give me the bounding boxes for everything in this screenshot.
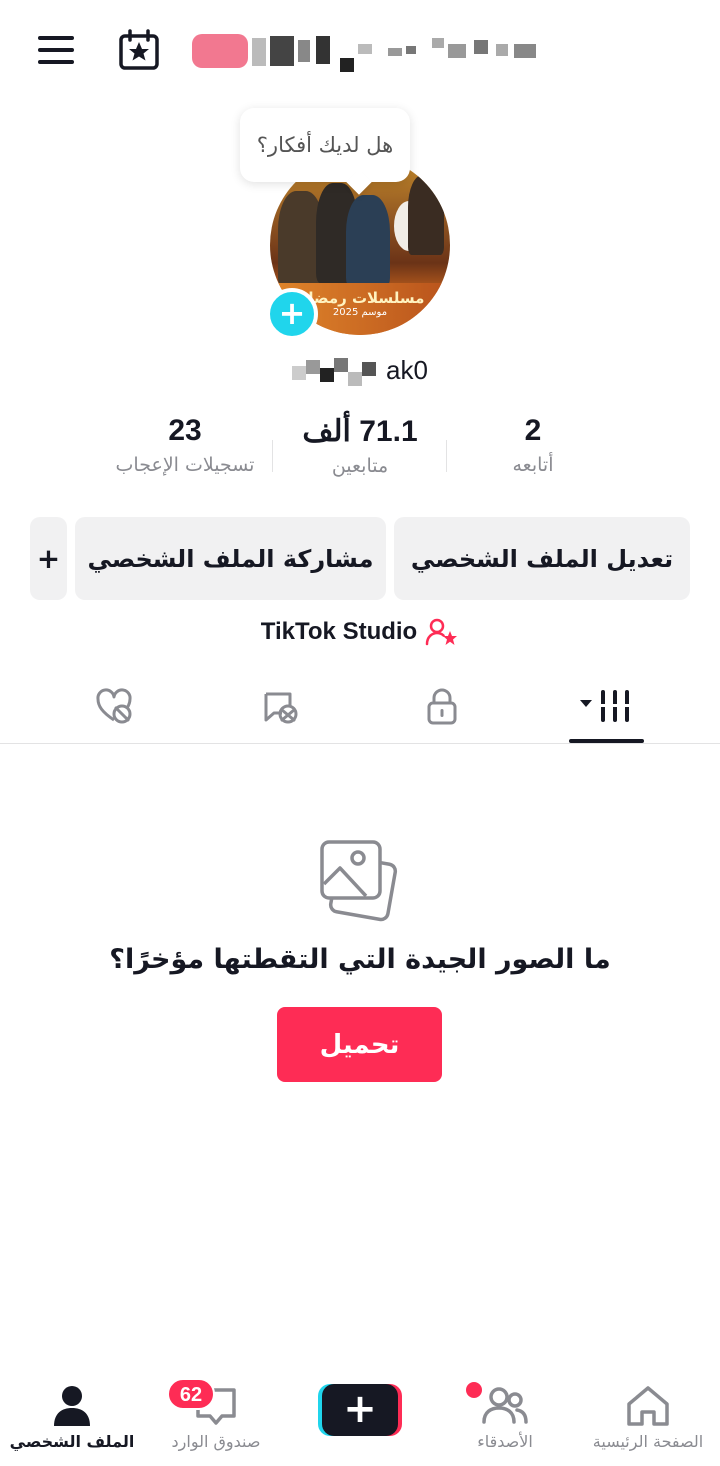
nav-profile-label: الملف الشخصي [9,1432,135,1451]
profile-actions: تعديل الملف الشخصي مشاركة الملف الشخصي + [0,517,720,601]
following-count: 2 [524,414,542,447]
friends-icon [482,1387,528,1424]
likes-label: تسجيلات الإعجاب [115,454,255,476]
empty-state-title: ما الصور الجيدة التي التقطتها مؤخرًا؟ [109,944,611,975]
following-stat[interactable]: 2 أتابعه [448,414,618,476]
username-obscured[interactable] [192,30,542,72]
nav-profile[interactable]: الملف الشخصي [0,1370,144,1466]
tab-liked[interactable] [74,678,154,734]
add-friends-button[interactable]: + [30,517,67,600]
photos-icon [318,838,402,922]
repost-icon [264,692,298,724]
likes-count: 23 [168,414,202,447]
ideas-tooltip[interactable]: هل لديك أفكار؟ [240,108,410,182]
handle-obscured [292,352,384,388]
following-label: أتابعه [512,454,554,476]
lock-icon [427,688,457,725]
profile-tabs [0,668,720,744]
hamburger-icon[interactable] [36,30,78,70]
profile-stats: 2 أتابعه 71.1 ألف متابعين 23 تسجيلات الإ… [0,414,720,500]
tab-videos[interactable] [566,678,646,734]
handle-text: ak0 [386,354,428,385]
active-tab-indicator [569,739,644,743]
user-handle: ak0 [0,348,720,392]
nav-inbox[interactable]: صندوق الوارد [144,1370,288,1466]
plus-icon: + [322,1384,398,1436]
nav-inbox-label: صندوق الوارد [171,1432,261,1451]
followers-count: 71.1 ألف [302,415,418,448]
calendar-star-icon[interactable] [116,28,162,74]
likes-stat[interactable]: 23 تسجيلات الإعجاب [100,414,270,476]
nav-home[interactable]: الصفحة الرئيسية [576,1370,720,1466]
edit-profile-button[interactable]: تعديل الملف الشخصي [394,517,690,600]
nav-friends[interactable]: الأصدقاء [433,1370,577,1466]
followers-label: متابعين [331,455,389,477]
tab-private[interactable] [402,678,482,734]
bottom-nav: الصفحة الرئيسية الأصدقاء + صندوق الوارد … [0,1370,720,1466]
top-bar [0,0,720,100]
upload-button[interactable]: تحميل [277,1007,442,1082]
nav-friends-label: الأصدقاء [477,1432,533,1451]
grid-bars-icon [580,690,633,722]
add-avatar-button[interactable]: + [266,288,318,340]
tab-reposts[interactable] [240,678,320,734]
inbox-badge: 62 [167,1378,215,1410]
home-icon [627,1386,669,1426]
studio-label: TikTok Studio [260,618,418,645]
stats-divider [272,440,273,472]
heart-hidden-icon [96,688,132,724]
tiktok-studio-link[interactable]: TikTok Studio [0,612,720,652]
share-profile-button[interactable]: مشاركة الملف الشخصي [75,517,386,600]
profile-icon [54,1386,90,1426]
person-star-icon [425,618,458,646]
stats-divider [446,440,447,472]
nav-home-label: الصفحة الرئيسية [592,1432,704,1451]
followers-stat[interactable]: 71.1 ألف متابعين [275,414,445,477]
create-button[interactable]: + [318,1384,402,1436]
friends-notification-dot [466,1382,482,1398]
